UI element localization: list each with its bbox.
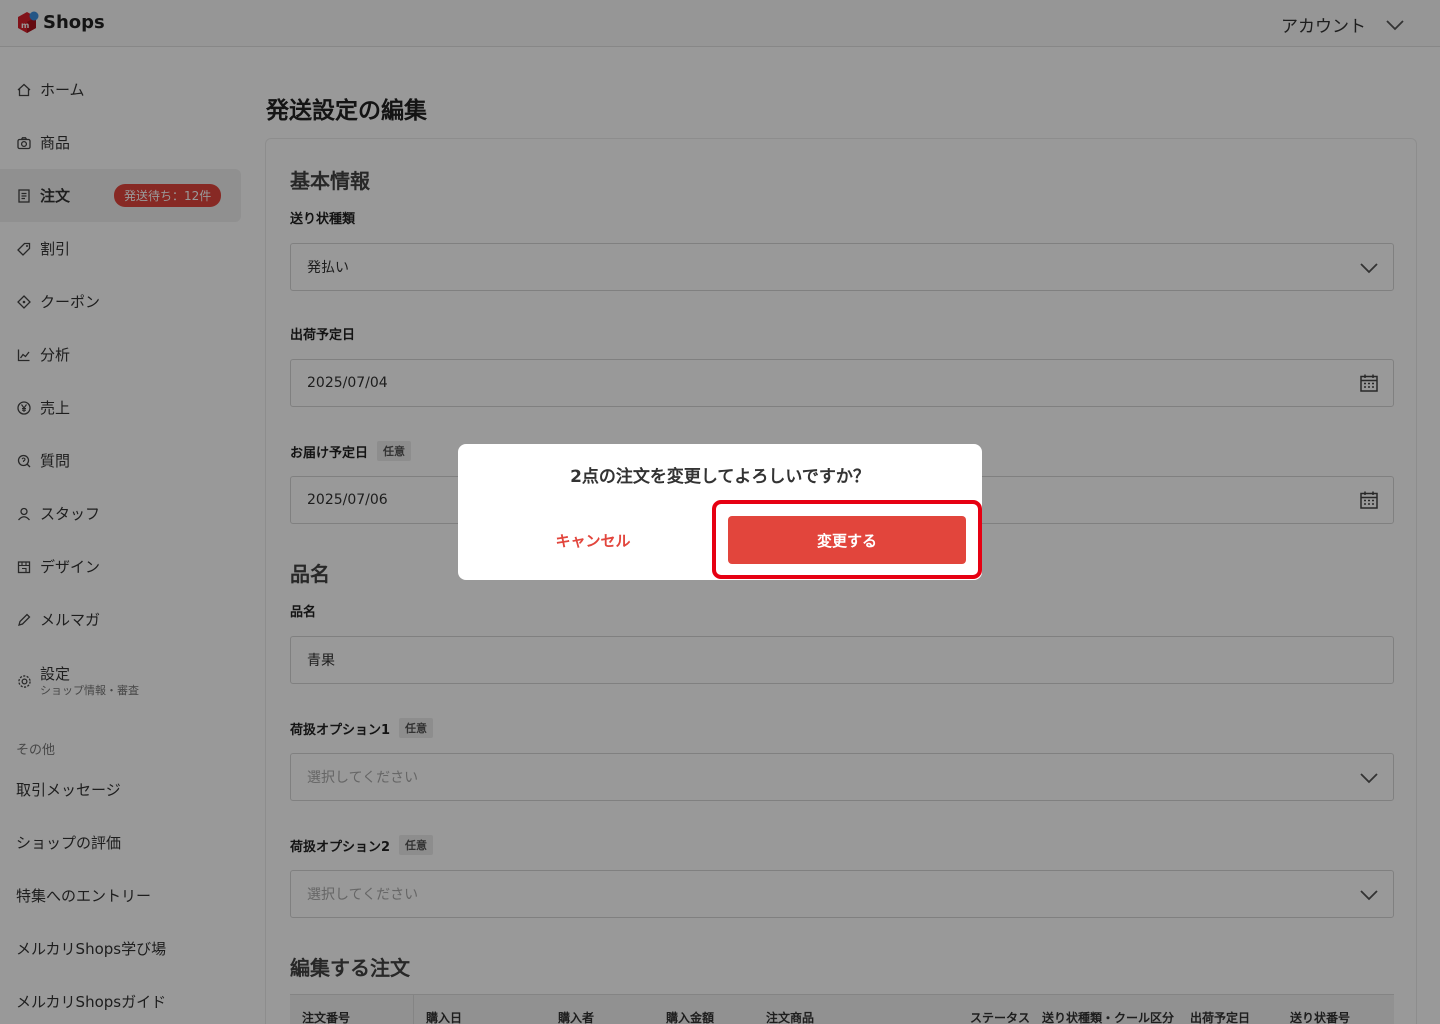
- cancel-button[interactable]: キャンセル: [518, 516, 668, 564]
- confirm-change-button[interactable]: 変更する: [728, 516, 966, 564]
- dialog-message: 2点の注文を変更してよろしいですか？: [570, 467, 870, 487]
